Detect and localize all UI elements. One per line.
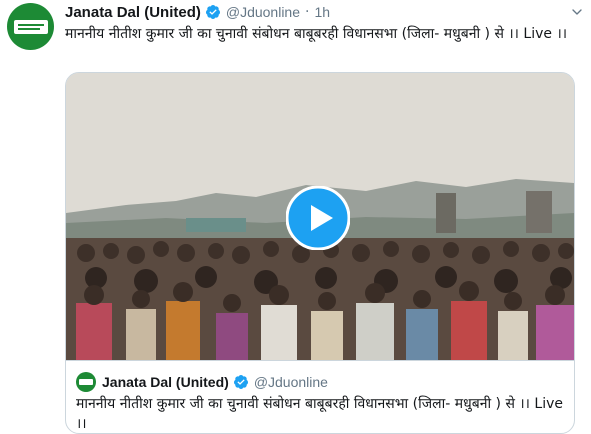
chevron-down-icon[interactable] bbox=[569, 4, 585, 20]
tweet-timestamp[interactable]: 1h bbox=[314, 4, 330, 20]
verified-badge-icon bbox=[233, 375, 248, 389]
quoted-tweet-header: Janata Dal (United) @Jduonline bbox=[76, 372, 328, 392]
video-player[interactable] bbox=[66, 73, 574, 360]
tweet-header: Janata Dal (United) @Jduonline · 1h bbox=[65, 2, 330, 22]
media-card[interactable]: Janata Dal (United) @Jduonline माननीय नी… bbox=[65, 72, 575, 434]
quoted-tweet[interactable]: Janata Dal (United) @Jduonline माननीय नी… bbox=[66, 360, 574, 433]
separator-dot: · bbox=[305, 4, 310, 20]
quoted-author-name: Janata Dal (United) bbox=[102, 374, 229, 390]
quoted-avatar bbox=[76, 372, 96, 392]
tweet-avatar[interactable] bbox=[7, 3, 54, 50]
author-name[interactable]: Janata Dal (United) bbox=[65, 4, 201, 21]
quoted-tweet-text: माननीय नीतीश कुमार जी का चुनावी संबोधन ब… bbox=[76, 396, 564, 432]
play-icon[interactable] bbox=[286, 186, 350, 250]
jdu-logo-icon bbox=[13, 19, 48, 34]
quoted-author-handle: @Jduonline bbox=[253, 374, 328, 390]
author-handle[interactable]: @Jduonline bbox=[226, 4, 300, 20]
jdu-logo-icon bbox=[79, 379, 93, 385]
verified-badge-icon bbox=[205, 5, 220, 19]
tweet-text: माननीय नीतीश कुमार जी का चुनावी संबोधन ब… bbox=[65, 26, 568, 42]
